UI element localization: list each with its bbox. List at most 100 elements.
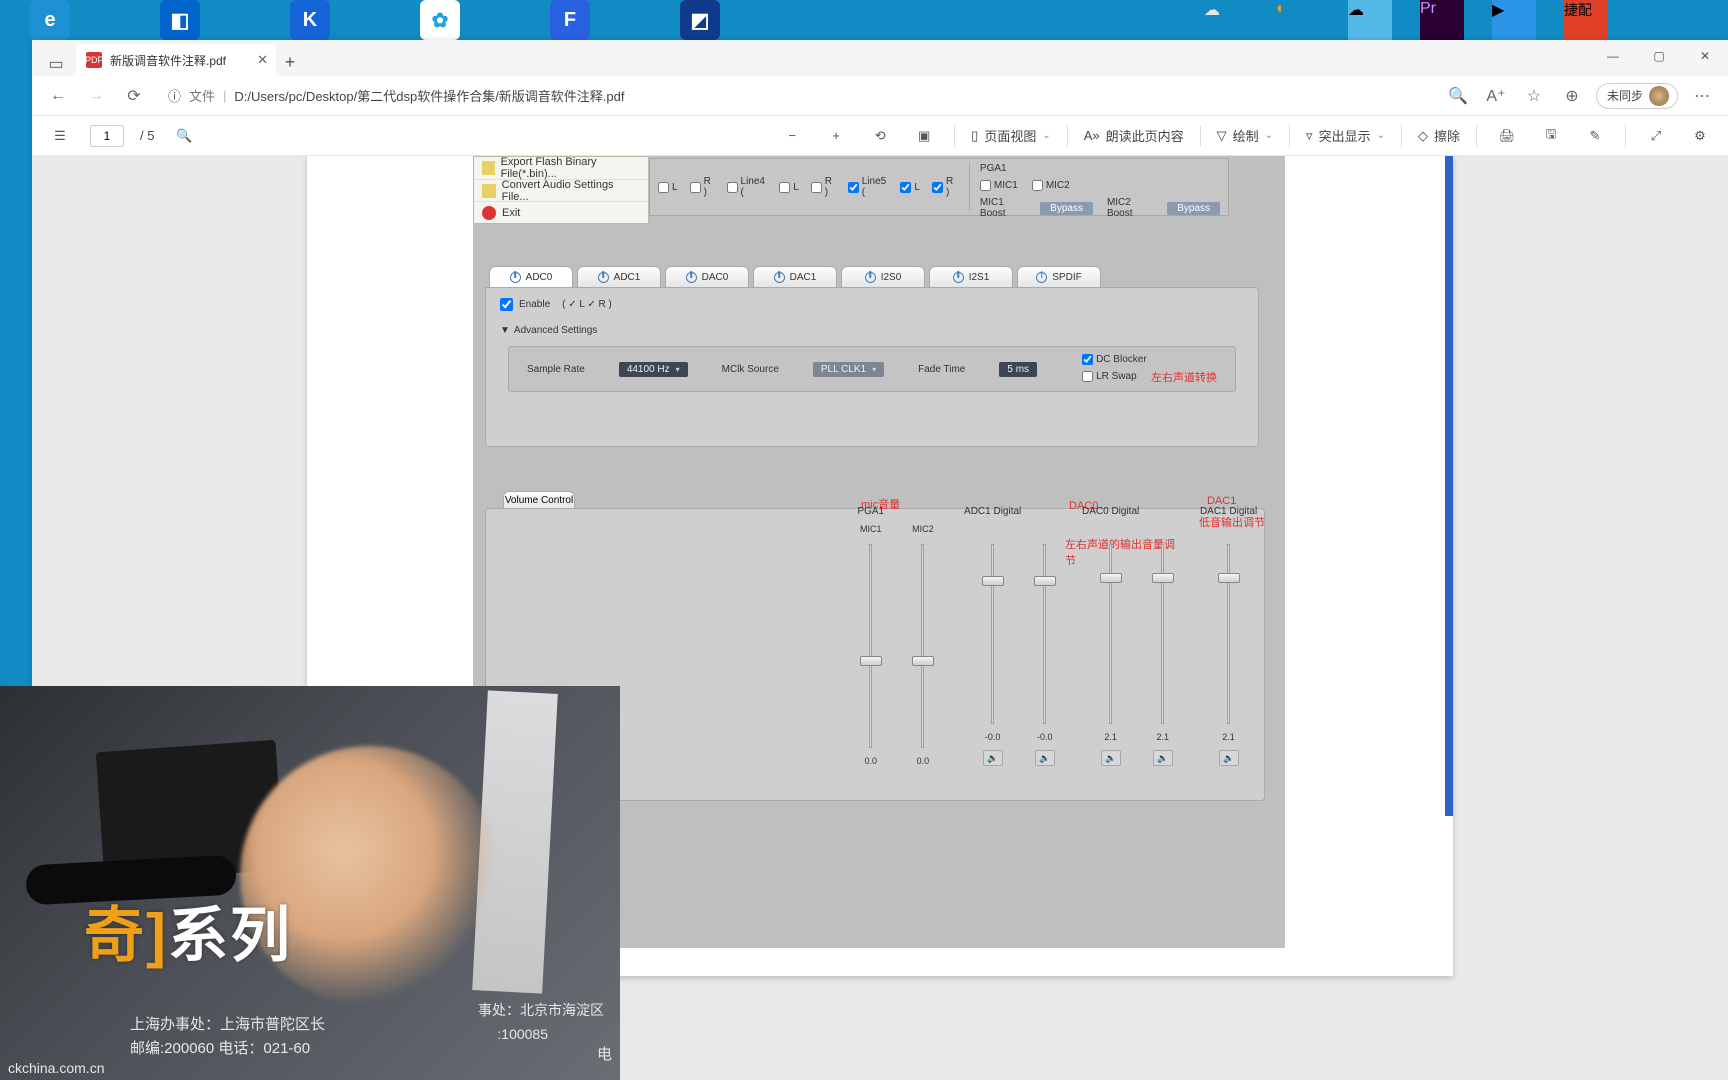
- menu-icon[interactable]: ⋯: [1688, 82, 1716, 110]
- find-icon[interactable]: 🔍: [170, 122, 198, 150]
- tab-adc0[interactable]: ADC0: [489, 266, 573, 288]
- enable-check[interactable]: [500, 298, 513, 311]
- print-icon[interactable]: 🖨: [1493, 122, 1521, 150]
- zoom-out-icon[interactable]: −: [778, 122, 806, 150]
- adc1-l-mute[interactable]: 🔈: [983, 750, 1003, 766]
- browser-tab[interactable]: PDF 新版调音软件注释.pdf ✕: [76, 44, 276, 76]
- contents-icon[interactable]: ☰: [46, 122, 74, 150]
- tab-adc1[interactable]: ADC1: [577, 266, 661, 288]
- info-icon[interactable]: ⓘ: [168, 86, 181, 105]
- mic2-slider[interactable]: [918, 544, 928, 748]
- dac1d-header: DAC1 Digital: [1200, 506, 1257, 520]
- cloud-icon[interactable]: ☁: [1204, 0, 1248, 40]
- fit-page-icon[interactable]: ▣: [910, 122, 938, 150]
- url-separator: |: [223, 88, 226, 103]
- jiepei-icon[interactable]: 捷配: [1564, 0, 1608, 40]
- mic2-bypass-button[interactable]: Bypass: [1167, 202, 1220, 215]
- dac0-r-mute[interactable]: 🔈: [1153, 750, 1173, 766]
- rotate-icon[interactable]: ⟲: [866, 122, 894, 150]
- app-icon-4[interactable]: ◐: [1276, 0, 1320, 40]
- line5-check[interactable]: [848, 182, 859, 193]
- lrswap-check[interactable]: [1082, 371, 1093, 382]
- close-tab-icon[interactable]: ✕: [257, 52, 268, 68]
- mic1-check[interactable]: [980, 180, 991, 191]
- page-view-button[interactable]: ▯页面视图⌄: [971, 126, 1051, 145]
- dac1-slider[interactable]: [1224, 544, 1234, 724]
- tab-i2s1[interactable]: I2S1: [929, 266, 1013, 288]
- menu-exit[interactable]: Exit: [474, 201, 648, 223]
- adc1-r-slider[interactable]: [1040, 544, 1050, 724]
- mic1-slider[interactable]: [866, 544, 876, 748]
- line3-l-check[interactable]: [658, 182, 669, 193]
- erase-button[interactable]: ◇擦除: [1418, 126, 1460, 145]
- line3-r-check[interactable]: [690, 182, 701, 193]
- fade-input[interactable]: 5 ms: [999, 362, 1037, 377]
- reload-button[interactable]: ⟳: [120, 82, 148, 110]
- tab-actions-icon[interactable]: ▭: [44, 52, 68, 76]
- app-icon-3[interactable]: ◩: [680, 0, 720, 40]
- line5-l-check[interactable]: [900, 182, 911, 193]
- maximize-button[interactable]: ▢: [1636, 40, 1682, 72]
- mic1-val: 0.0: [865, 756, 878, 766]
- kugou-icon[interactable]: K: [290, 0, 330, 40]
- favorite-icon[interactable]: ☆: [1520, 82, 1548, 110]
- tab-i2s0[interactable]: I2S0: [841, 266, 925, 288]
- adc1-l-slider[interactable]: [988, 544, 998, 724]
- baidu-icon[interactable]: ✿: [420, 0, 460, 40]
- menu-convert[interactable]: Convert Audio Settings File...: [474, 179, 648, 201]
- saveas-icon[interactable]: ✎: [1581, 122, 1609, 150]
- sample-rate-select[interactable]: 44100 Hz▾: [619, 362, 688, 377]
- enable-label: Enable: [519, 299, 550, 310]
- dac0-r-val: 2.1: [1156, 732, 1169, 742]
- url-field[interactable]: ⓘ 文件 | D:/Users/pc/Desktop/第二代dsp软件操作合集/…: [158, 81, 1434, 111]
- tab-dac1[interactable]: DAC1: [753, 266, 837, 288]
- edge-icon[interactable]: e: [30, 0, 70, 40]
- line4-l-check[interactable]: [779, 182, 790, 193]
- app-icon-2[interactable]: F: [550, 0, 590, 40]
- power-icon: [510, 272, 521, 283]
- mic1-bypass-button[interactable]: Bypass: [1040, 202, 1093, 215]
- tab-dac0[interactable]: DAC0: [665, 266, 749, 288]
- dc-blocker-check[interactable]: [1082, 354, 1093, 365]
- app-icon-1[interactable]: ◧: [160, 0, 200, 40]
- back-button[interactable]: ←: [44, 82, 72, 110]
- read-mode-icon[interactable]: A⁺: [1482, 82, 1510, 110]
- power-icon: [686, 272, 697, 283]
- close-window-button[interactable]: ✕: [1682, 40, 1728, 72]
- weather-icon[interactable]: ☁: [1348, 0, 1392, 40]
- advanced-toggle[interactable]: ▼ Advanced Settings: [500, 325, 1244, 336]
- dac0-l-slider[interactable]: [1106, 544, 1116, 724]
- pga-box: PGA1 MIC1 MIC2 MIC1 Boost Bypass MIC2 Bo…: [969, 163, 1220, 211]
- page-number-input[interactable]: [90, 125, 124, 147]
- menu-export[interactable]: Export Flash Binary File(*.bin)...: [474, 157, 648, 179]
- volume-tab[interactable]: Volume Control: [503, 491, 575, 509]
- mic2-check[interactable]: [1032, 180, 1043, 191]
- profile-button[interactable]: 未同步: [1596, 83, 1678, 109]
- minimize-button[interactable]: —: [1590, 40, 1636, 72]
- draw-button[interactable]: ▽绘制⌄: [1217, 126, 1273, 145]
- zoom-icon[interactable]: 🔍: [1444, 82, 1472, 110]
- page-total: / 5: [140, 128, 154, 143]
- read-aloud-button[interactable]: A»朗读此页内容: [1084, 126, 1184, 145]
- settings-icon[interactable]: ⚙: [1686, 122, 1714, 150]
- adc1-r-mute[interactable]: 🔈: [1035, 750, 1055, 766]
- tab-spdif[interactable]: SPDIF: [1017, 266, 1101, 288]
- dac0-l-mute[interactable]: 🔈: [1101, 750, 1121, 766]
- premiere-icon[interactable]: Pr: [1420, 0, 1464, 40]
- enable-channels: ( ✓ L ✓ R ): [562, 299, 612, 310]
- zoom-in-icon[interactable]: +: [822, 122, 850, 150]
- file-label: 文件: [189, 86, 215, 105]
- fullscreen-icon[interactable]: ⤢: [1642, 122, 1670, 150]
- highlight-button[interactable]: ▿突出显示⌄: [1306, 126, 1385, 145]
- line5-r-check[interactable]: [932, 182, 943, 193]
- mclk-select[interactable]: PLL CLK1▾: [813, 362, 884, 377]
- video-icon[interactable]: ▶: [1492, 0, 1536, 40]
- dac0-r-slider[interactable]: [1158, 544, 1168, 724]
- line4-r-check[interactable]: [811, 182, 822, 193]
- line4-check[interactable]: [727, 182, 738, 193]
- dac1-mute[interactable]: 🔈: [1219, 750, 1239, 766]
- collections-icon[interactable]: ⊕: [1558, 82, 1586, 110]
- new-tab-button[interactable]: +: [276, 48, 304, 76]
- input-strip: L R ) Line4 ( L R ) Line5 ( L R ) PGA1 M…: [649, 158, 1229, 216]
- save-icon[interactable]: 🖫: [1537, 122, 1565, 150]
